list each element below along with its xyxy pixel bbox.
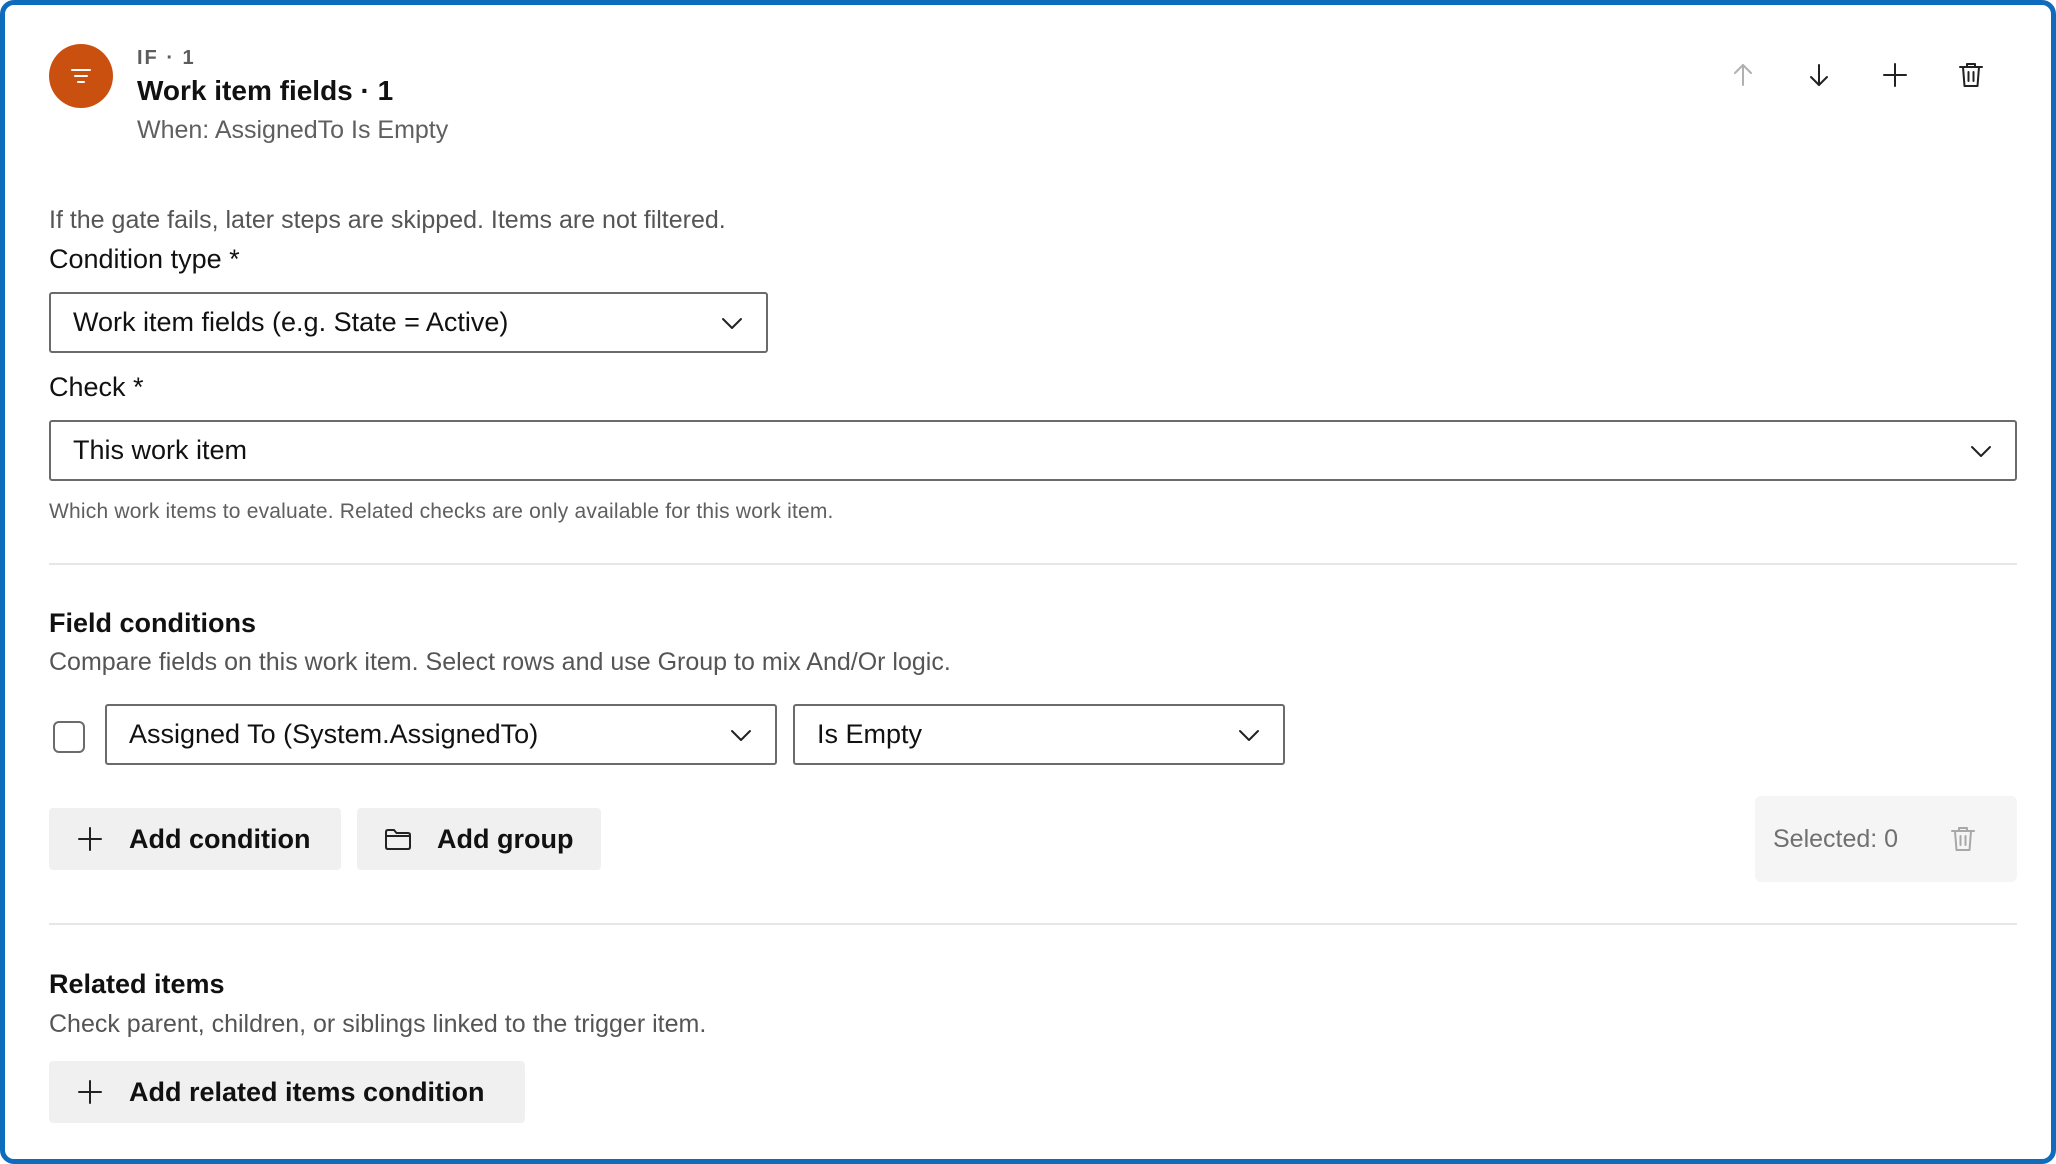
- step-actions: [1725, 57, 1989, 93]
- field-conditions-description: Compare fields on this work item. Select…: [49, 648, 951, 676]
- arrow-up-icon: [1734, 64, 1752, 86]
- trash-icon: [1959, 63, 1983, 87]
- condition-type-value: Work item fields (e.g. State = Active): [73, 307, 509, 337]
- check-value: This work item: [73, 435, 248, 465]
- folder-icon: [385, 829, 411, 850]
- add-group-label: Add group: [437, 823, 574, 854]
- condition-type-label: Condition type *: [49, 244, 240, 274]
- field-conditions-title: Field conditions: [49, 608, 256, 638]
- chevron-down-icon: [1971, 445, 1991, 457]
- check-select[interactable]: This work item: [49, 420, 2017, 481]
- trash-icon[interactable]: [1947, 823, 1979, 855]
- related-items-description: Check parent, children, or siblings link…: [49, 1010, 707, 1038]
- condition-row-checkbox[interactable]: [53, 721, 85, 753]
- add-condition-button[interactable]: Add condition: [49, 808, 341, 870]
- plus-icon: [78, 1080, 102, 1104]
- move-up-button[interactable]: [1725, 57, 1761, 93]
- step-kicker: IF · 1: [137, 47, 196, 69]
- step-summary: When: AssignedTo Is Empty: [137, 116, 449, 144]
- check-label: Check *: [49, 372, 144, 402]
- add-condition-label: Add condition: [129, 823, 311, 854]
- related-items-title: Related items: [49, 969, 225, 999]
- condition-operator-select[interactable]: Is Empty: [793, 704, 1285, 765]
- move-down-button[interactable]: [1801, 57, 1837, 93]
- gate-note: If the gate fails, later steps are skipp…: [49, 206, 726, 234]
- selection-toolbar: Selected: 0: [1755, 796, 2017, 882]
- divider: [49, 563, 2017, 565]
- filter-icon: [49, 44, 113, 108]
- add-step-button[interactable]: [1877, 57, 1913, 93]
- check-help-text: Which work items to evaluate. Related ch…: [49, 500, 834, 523]
- condition-field-select[interactable]: Assigned To (System.AssignedTo): [105, 704, 777, 765]
- condition-type-select[interactable]: Work item fields (e.g. State = Active): [49, 292, 768, 353]
- arrow-down-icon: [1810, 64, 1828, 86]
- chevron-down-icon: [722, 317, 742, 329]
- add-group-button[interactable]: Add group: [357, 808, 601, 870]
- plus-icon: [1883, 63, 1907, 87]
- plus-icon: [78, 827, 102, 851]
- add-related-items-label: Add related items condition: [129, 1076, 485, 1107]
- delete-step-button[interactable]: [1953, 57, 1989, 93]
- chevron-down-icon: [1239, 729, 1259, 741]
- condition-field-value: Assigned To (System.AssignedTo): [129, 719, 539, 749]
- condition-operator-value: Is Empty: [817, 719, 923, 749]
- step-card: IF · 1 Work item fields · 1 When: Assign…: [0, 0, 2056, 1164]
- selected-count: Selected: 0: [1773, 824, 1899, 853]
- chevron-down-icon: [731, 729, 751, 741]
- divider: [49, 923, 2017, 925]
- add-related-items-button[interactable]: Add related items condition: [49, 1061, 525, 1123]
- step-title: Work item fields · 1: [137, 75, 394, 106]
